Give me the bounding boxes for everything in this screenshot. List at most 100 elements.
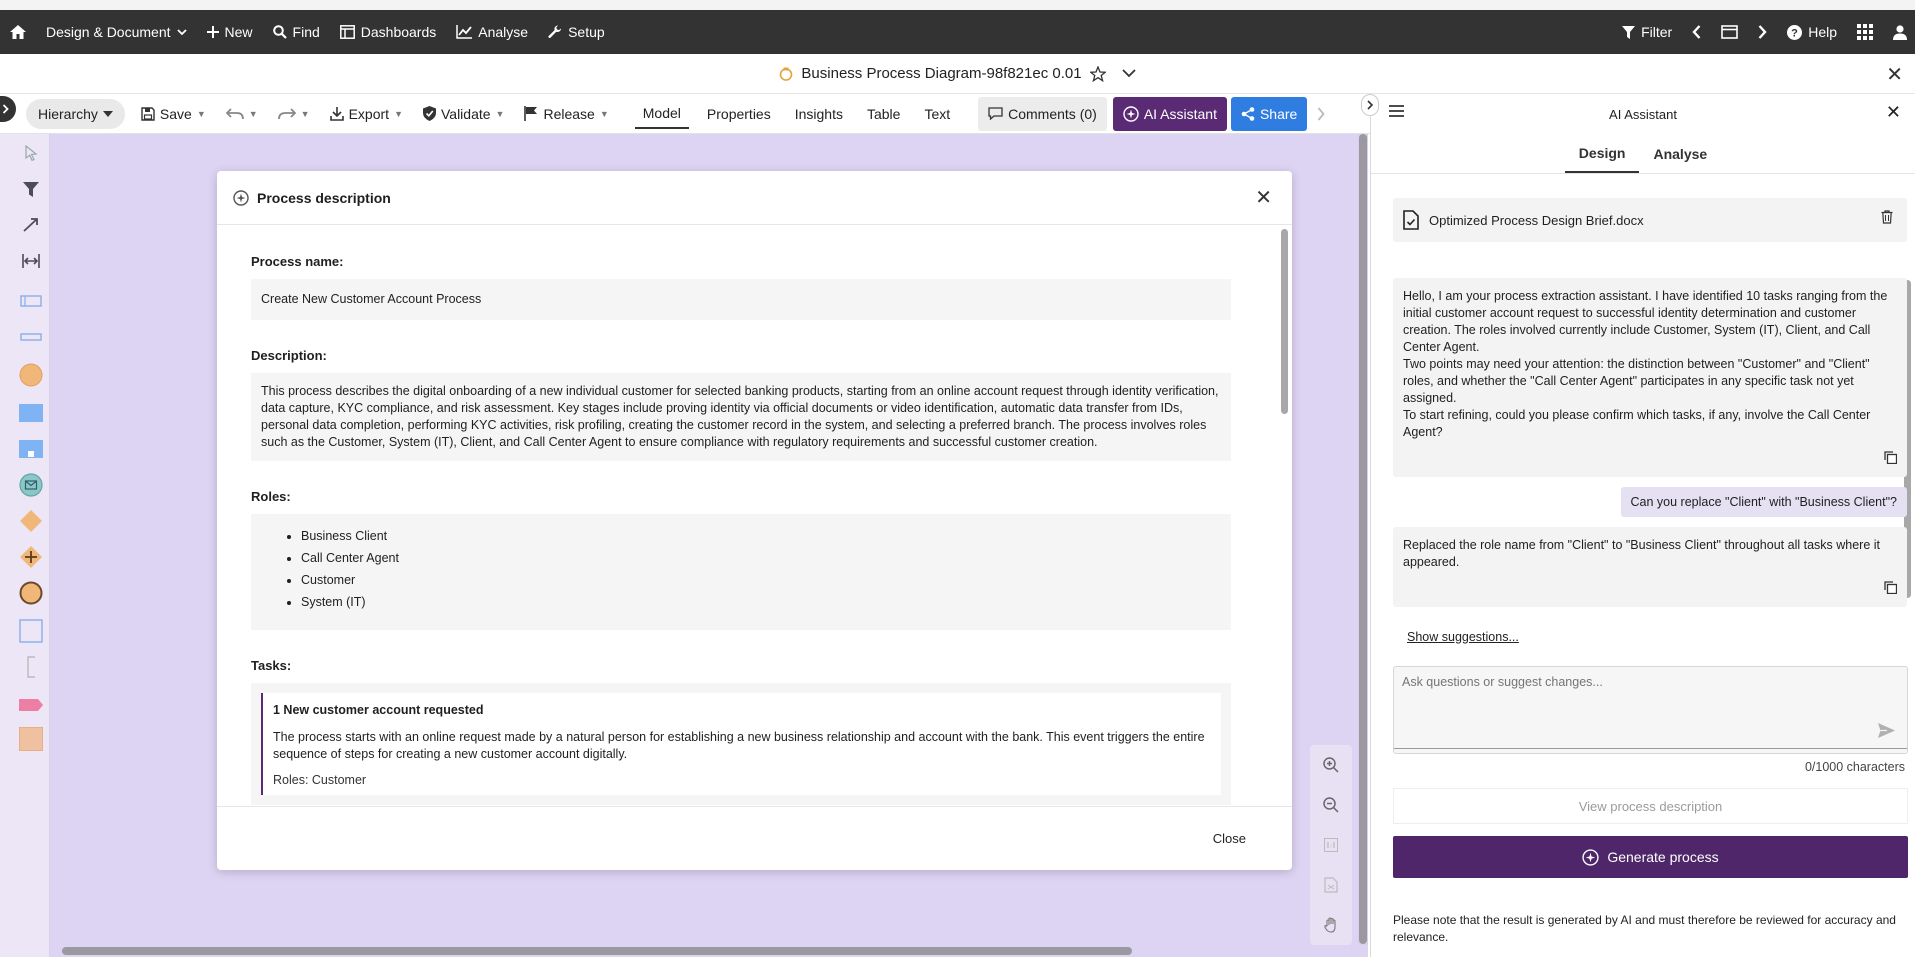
apps-grid-icon[interactable] (1847, 10, 1883, 54)
description-value: This process describes the digital onboa… (251, 373, 1231, 461)
dialog-header: Process description ✕ (217, 171, 1292, 225)
nav-design-document[interactable]: Design & Document (36, 10, 197, 54)
tab-properties[interactable]: Properties (697, 94, 781, 134)
ask-input-box (1393, 666, 1908, 754)
generate-process-button[interactable]: Generate process (1393, 836, 1908, 878)
top-navigation: Design & Document New Find Dashboards An… (0, 10, 1915, 54)
view-process-description-button[interactable]: View process description (1393, 788, 1908, 824)
nav-new[interactable]: New (197, 10, 263, 54)
release-button[interactable]: Release ▼ (514, 94, 618, 134)
message-event-icon[interactable] (18, 472, 44, 498)
dialog-scrollbar[interactable] (1281, 229, 1288, 414)
end-event-icon[interactable] (18, 580, 44, 606)
parallel-gateway-icon[interactable] (18, 544, 44, 570)
task-shape-icon[interactable] (18, 400, 44, 426)
save-button[interactable]: Save ▼ (131, 94, 216, 134)
document-check-icon (1403, 210, 1419, 230)
user-icon[interactable] (1883, 10, 1915, 54)
chevron-down-icon (176, 28, 187, 35)
task-item: 1 New customer account requested The pro… (261, 693, 1221, 795)
pointer-icon[interactable] (18, 140, 44, 166)
nav-filter[interactable]: Filter (1612, 10, 1682, 54)
zoom-out-icon[interactable] (1310, 785, 1352, 825)
data-object-icon[interactable] (18, 692, 44, 718)
close-icon[interactable]: ✕ (1255, 185, 1272, 210)
start-event-icon[interactable] (18, 362, 44, 388)
chevron-down-icon: ▼ (394, 108, 403, 119)
group-shape-icon[interactable] (18, 618, 44, 644)
nav-label: Dashboards (360, 24, 437, 40)
list-item: Call Center Agent (301, 550, 1221, 567)
tab-table[interactable]: Table (857, 94, 910, 134)
tab-design[interactable]: Design (1564, 134, 1640, 173)
gateway-icon[interactable] (18, 508, 44, 534)
data-store-icon[interactable] (18, 726, 44, 752)
copy-icon[interactable] (1403, 581, 1898, 599)
tab-label: Insights (794, 105, 843, 122)
fit-page-icon[interactable] (1310, 865, 1352, 905)
user-message: Can you replace "Client" with "Business … (1620, 487, 1907, 517)
chevron-down-icon[interactable] (1121, 69, 1136, 78)
hamburger-menu-icon[interactable] (1389, 105, 1404, 120)
nav-label: Find (292, 24, 320, 40)
nav-help[interactable]: ? Help (1777, 10, 1847, 54)
window-icon[interactable] (1711, 10, 1748, 54)
nav-label: Help (1808, 24, 1837, 40)
attached-document[interactable]: Optimized Process Design Brief.docx (1393, 198, 1907, 242)
annotation-icon[interactable] (18, 654, 44, 680)
ai-panel-tabs: Design Analyse (1371, 134, 1915, 174)
zoom-in-icon[interactable] (1310, 745, 1352, 785)
show-suggestions-link[interactable]: Show suggestions... (1407, 630, 1519, 644)
tab-model[interactable]: Model (634, 99, 689, 129)
scrollbar-thumb[interactable] (1359, 134, 1367, 944)
validate-button[interactable]: Validate ▼ (413, 94, 514, 134)
tab-insights[interactable]: Insights (785, 94, 853, 134)
share-button[interactable]: Share (1230, 96, 1308, 131)
canvas-vertical-scrollbar[interactable] (1358, 134, 1368, 945)
lane-shape-icon[interactable] (18, 324, 44, 350)
pan-hand-icon[interactable] (1310, 905, 1352, 945)
nav-forward-icon[interactable] (1748, 10, 1777, 54)
close-icon[interactable]: ✕ (1886, 102, 1901, 123)
chevron-down-icon: ▼ (300, 108, 310, 119)
tab-text[interactable]: Text (914, 94, 960, 134)
ai-assistant-button[interactable]: AI Assistant (1112, 96, 1227, 131)
home-icon[interactable] (0, 10, 36, 54)
pool-shape-icon[interactable] (18, 288, 44, 314)
task-description: The process starts with an online reques… (273, 730, 1205, 761)
star-icon[interactable] (1089, 65, 1106, 82)
trash-icon[interactable] (1881, 210, 1893, 227)
redo-button[interactable]: ▼ (268, 94, 320, 134)
copy-icon[interactable] (1403, 451, 1898, 469)
canvas-horizontal-scrollbar[interactable] (62, 947, 1132, 955)
nav-dashboards[interactable]: Dashboards (330, 10, 447, 54)
export-button[interactable]: Export ▼ (320, 94, 413, 134)
list-item: Business Client (301, 528, 1221, 545)
release-label: Release (543, 105, 595, 122)
task-roles: Roles: Customer (273, 773, 367, 787)
dashboard-icon (339, 25, 355, 39)
subprocess-shape-icon[interactable] (18, 436, 44, 462)
dialog-footer: Close (217, 806, 1292, 870)
scroll-right-icon[interactable] (1307, 94, 1335, 134)
connector-icon[interactable] (18, 212, 44, 238)
roles-label: Roles: (251, 489, 291, 504)
filter-icon[interactable] (18, 176, 44, 202)
nav-analyse[interactable]: Analyse (446, 10, 538, 54)
comments-button[interactable]: Comments (0) (978, 96, 1107, 131)
close-button[interactable]: Close (1213, 831, 1246, 846)
message-line: Two points may need your attention: the … (1403, 357, 1870, 405)
tab-analyse[interactable]: Analyse (1639, 134, 1721, 173)
ask-input[interactable] (1394, 667, 1907, 749)
undo-button[interactable]: ▼ (216, 94, 268, 134)
ai-disclaimer: Please note that the result is generated… (1393, 913, 1896, 944)
send-icon[interactable] (1878, 723, 1895, 741)
hierarchy-dropdown[interactable]: Hierarchy (26, 98, 125, 129)
actual-size-icon[interactable] (1310, 825, 1352, 865)
spacing-icon[interactable] (18, 248, 44, 274)
nav-back-icon[interactable] (1682, 10, 1711, 54)
nav-find[interactable]: Find (263, 10, 330, 54)
export-icon (329, 106, 344, 121)
close-icon[interactable]: ✕ (1886, 62, 1903, 87)
nav-setup[interactable]: Setup (538, 10, 615, 54)
